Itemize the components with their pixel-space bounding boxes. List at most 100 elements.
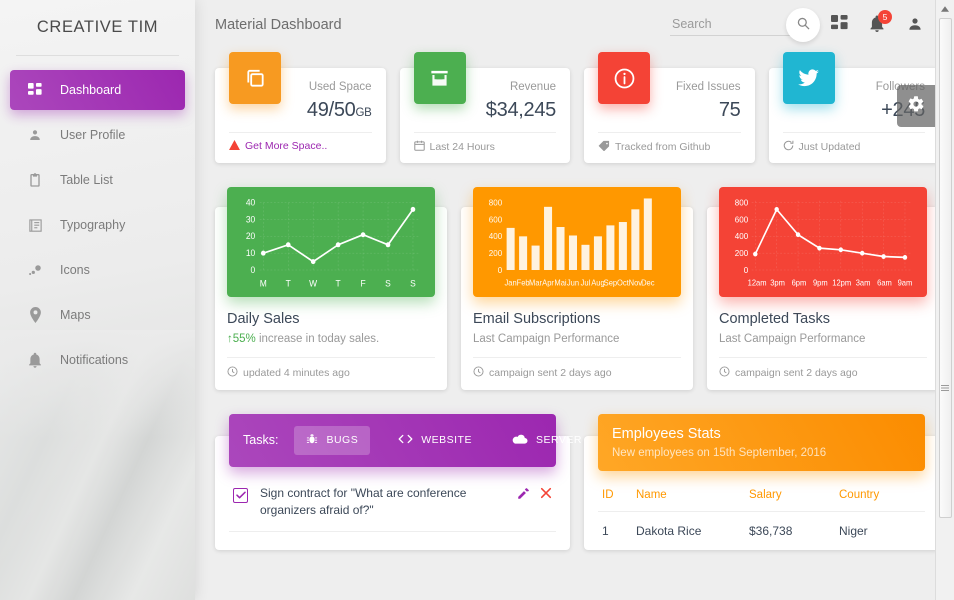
stat-footer[interactable]: Get More Space.. bbox=[229, 132, 372, 162]
edit-task-button[interactable] bbox=[517, 487, 530, 503]
line-chart-svg: 4030 2010 0 bbox=[233, 195, 429, 295]
chart-footer-label: campaign sent 2 days ago bbox=[489, 367, 612, 379]
svg-text:200: 200 bbox=[489, 248, 503, 258]
completed-tasks-chart[interactable]: 800600 400200 0 bbox=[719, 187, 927, 297]
delete-task-button[interactable] bbox=[540, 487, 552, 502]
sidebar-item-label: Table List bbox=[60, 173, 113, 187]
scroll-up-arrow[interactable] bbox=[936, 0, 954, 17]
svg-text:12am: 12am bbox=[748, 278, 767, 287]
stat-footer: Tracked from Github bbox=[598, 132, 741, 163]
bell-icon bbox=[24, 352, 46, 368]
svg-text:0: 0 bbox=[251, 265, 256, 275]
svg-text:Jun: Jun bbox=[567, 278, 579, 287]
tab-website[interactable]: WEBSITE bbox=[386, 426, 484, 455]
code-icon bbox=[398, 433, 413, 448]
chart-subtitle-text: increase in today sales. bbox=[256, 333, 379, 345]
stat-number: 75 bbox=[719, 99, 741, 121]
notifications-button[interactable]: 5 bbox=[858, 6, 896, 44]
svg-text:Nov: Nov bbox=[629, 278, 643, 287]
sidebar-item-label: User Profile bbox=[60, 128, 125, 142]
search-button[interactable] bbox=[786, 8, 820, 42]
chart-footer: updated 4 minutes ago bbox=[227, 357, 435, 390]
svg-text:Oct: Oct bbox=[617, 278, 630, 287]
chart-subtitle-highlight: 55% bbox=[233, 333, 256, 345]
task-checkbox[interactable] bbox=[233, 488, 248, 503]
calendar-icon bbox=[414, 140, 425, 154]
svg-text:F: F bbox=[360, 278, 366, 288]
column-header-country: Country bbox=[835, 479, 925, 512]
daily-sales-chart[interactable]: 4030 2010 0 bbox=[227, 187, 435, 297]
stats-row: Used Space 49/50GB Get More Space.. bbox=[215, 50, 939, 163]
grid-icon bbox=[831, 15, 848, 35]
sidebar-item-label: Notifications bbox=[60, 353, 128, 367]
bottom-row: Tasks: BUGS WEBSITE bbox=[215, 414, 939, 550]
sidebar-item-dashboard[interactable]: Dashboard bbox=[10, 70, 185, 110]
svg-text:M: M bbox=[260, 278, 267, 288]
stat-footer: Last 24 Hours bbox=[414, 132, 557, 163]
tab-server[interactable]: SERVER bbox=[500, 426, 594, 455]
main-panel: Material Dashboard bbox=[195, 0, 954, 600]
sidebar-item-maps[interactable]: Maps bbox=[10, 295, 185, 335]
tab-label: WEBSITE bbox=[421, 434, 472, 446]
sidebar-item-table-list[interactable]: Table List bbox=[10, 160, 185, 200]
chart-footer-label: campaign sent 2 days ago bbox=[735, 367, 858, 379]
copy-icon bbox=[229, 52, 281, 104]
sidebar-item-icons[interactable]: Icons bbox=[10, 250, 185, 290]
svg-text:T: T bbox=[286, 278, 292, 288]
svg-text:Dec: Dec bbox=[641, 278, 655, 287]
stat-number: 49/50 bbox=[307, 99, 356, 121]
svg-text:Mai: Mai bbox=[554, 278, 566, 287]
page-title: Material Dashboard bbox=[215, 17, 342, 33]
bug-icon bbox=[306, 433, 318, 448]
sidebar-item-user-profile[interactable]: User Profile bbox=[10, 115, 185, 155]
stat-value: 75 bbox=[676, 99, 741, 122]
stat-label: Fixed Issues bbox=[676, 80, 741, 95]
svg-text:200: 200 bbox=[735, 248, 749, 258]
sidebar-item-label: Icons bbox=[60, 263, 90, 277]
clipboard-icon bbox=[24, 172, 46, 188]
search-input[interactable] bbox=[670, 14, 800, 36]
task-actions bbox=[517, 485, 552, 503]
employees-card-header: Employees Stats New employees on 15th Se… bbox=[598, 414, 925, 471]
sidebar-item-notifications[interactable]: Notifications bbox=[10, 340, 185, 380]
svg-text:20: 20 bbox=[246, 231, 256, 241]
stat-label: Used Space bbox=[307, 80, 372, 95]
tab-bugs[interactable]: BUGS bbox=[294, 426, 370, 455]
brand-logo[interactable]: CREATIVE TIM bbox=[0, 0, 195, 55]
svg-text:Jul: Jul bbox=[581, 278, 591, 287]
chart-card-email-subscriptions: 800600 400200 0 bbox=[461, 207, 693, 390]
account-button[interactable] bbox=[896, 6, 934, 44]
stat-value: 49/50GB bbox=[307, 99, 372, 122]
chart-title: Completed Tasks bbox=[719, 311, 927, 327]
column-header-salary: Salary bbox=[745, 479, 835, 512]
stat-card-revenue: Revenue $34,245 Last 24 Hours bbox=[400, 68, 571, 163]
svg-text:0: 0 bbox=[744, 265, 749, 275]
svg-text:3pm: 3pm bbox=[770, 278, 785, 287]
chart-subtitle: Last Campaign Performance bbox=[473, 333, 681, 345]
person-icon bbox=[907, 16, 923, 35]
dashboard-shortcut-button[interactable] bbox=[820, 6, 858, 44]
svg-text:40: 40 bbox=[246, 197, 256, 207]
scrollbar-thumb[interactable] bbox=[939, 18, 952, 518]
tag-icon bbox=[598, 140, 610, 154]
stat-unit: GB bbox=[355, 107, 371, 119]
stat-footer: Just Updated bbox=[783, 132, 926, 163]
tasks-card-header: Tasks: BUGS WEBSITE bbox=[229, 414, 556, 467]
email-subscriptions-chart[interactable]: 800600 400200 0 bbox=[473, 187, 681, 297]
stat-label: Revenue bbox=[486, 80, 556, 95]
sidebar-nav: Dashboard User Profile Table List bbox=[0, 70, 195, 380]
settings-panel-toggle[interactable] bbox=[897, 85, 935, 127]
chart-title: Email Subscriptions bbox=[473, 311, 681, 327]
svg-text:800: 800 bbox=[489, 197, 503, 207]
sidebar-item-typography[interactable]: Typography bbox=[10, 205, 185, 245]
bubble-chart-icon bbox=[24, 263, 46, 278]
warning-icon bbox=[229, 140, 240, 153]
sidebar-item-label: Typography bbox=[60, 218, 125, 232]
content-area: Used Space 49/50GB Get More Space.. bbox=[195, 50, 954, 560]
tab-label: SERVER bbox=[536, 434, 582, 446]
svg-text:600: 600 bbox=[735, 214, 749, 224]
chart-card-daily-sales: 4030 2010 0 bbox=[215, 207, 447, 390]
svg-text:0: 0 bbox=[498, 265, 503, 275]
magnifier-icon bbox=[797, 17, 810, 33]
page-scrollbar[interactable] bbox=[935, 0, 954, 600]
